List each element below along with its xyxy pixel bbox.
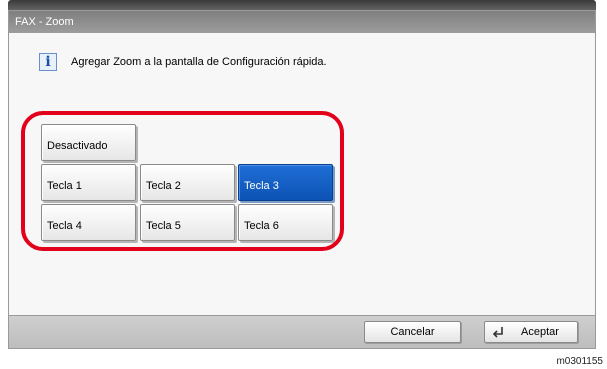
- accept-button[interactable]: Aceptar: [484, 321, 578, 343]
- window-title: FAX - Zoom: [9, 11, 595, 33]
- info-row: i Agregar Zoom a la pantalla de Configur…: [39, 50, 327, 74]
- info-icon: i: [39, 53, 57, 71]
- options-highlight: [21, 111, 344, 251]
- enter-icon: [492, 327, 503, 338]
- bottom-bar: Cancelar Aceptar: [9, 315, 595, 348]
- cancel-button[interactable]: Cancelar: [364, 321, 461, 343]
- info-message: Agregar Zoom a la pantalla de Configurac…: [71, 56, 327, 68]
- image-caption: m0301155: [556, 356, 603, 367]
- cancel-label: Cancelar: [390, 326, 435, 338]
- accept-label: Aceptar: [521, 326, 559, 338]
